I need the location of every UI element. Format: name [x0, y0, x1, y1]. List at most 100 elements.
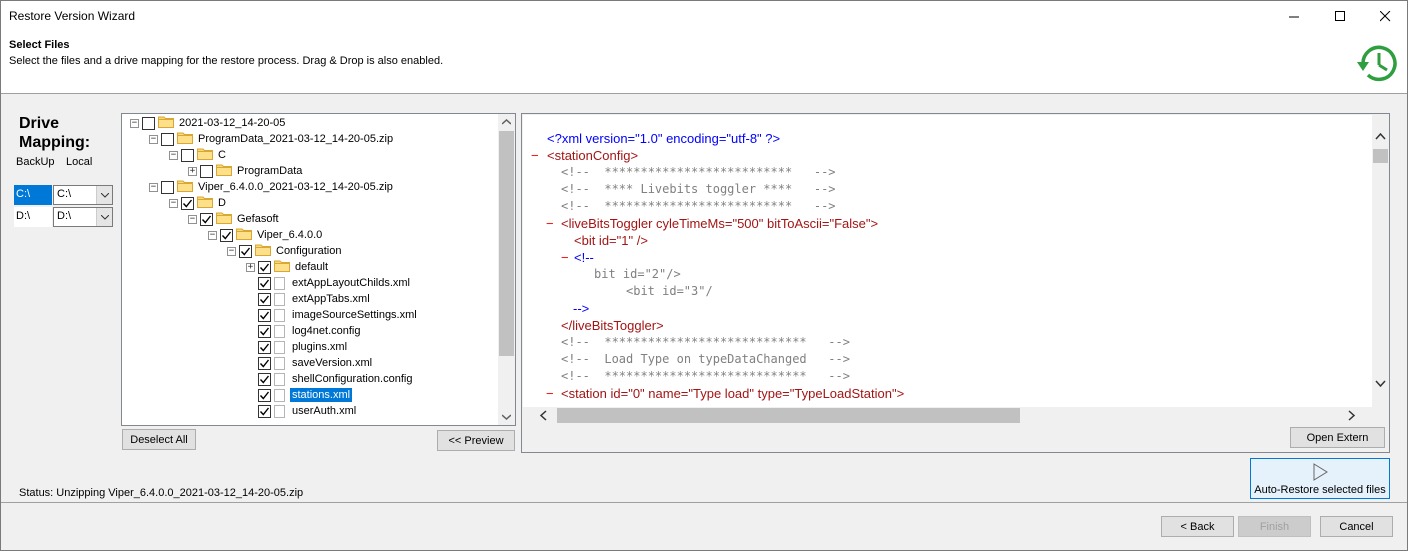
checkbox[interactable] [258, 372, 271, 386]
backup-drive-cell[interactable]: C:\ [14, 185, 52, 205]
chevron-down-icon[interactable] [96, 186, 112, 204]
tree-item-label: saveVersion.xml [292, 357, 373, 369]
tree-item-label: default [295, 261, 329, 273]
xml-hscroll-thumb[interactable] [557, 408, 1020, 423]
collapse-toggle[interactable]: − [546, 215, 554, 232]
tree-item-label: extAppLayoutChilds.xml [292, 277, 411, 289]
tree-item[interactable]: − D [169, 195, 228, 211]
tree-item[interactable]: userAuth.xml [246, 403, 358, 419]
tree-item-label: D [218, 197, 226, 209]
tree-item[interactable]: − Viper_6.4.0.0_2021-03-12_14-20-05.zip [149, 179, 395, 195]
xml-line: <!-- Load Type on typeDataChanged --> [561, 352, 850, 366]
maximize-icon [1334, 10, 1345, 21]
checkbox[interactable] [258, 324, 271, 338]
xml-line: bit id="2"/> [594, 267, 681, 281]
tree-item-label: Configuration [276, 245, 342, 257]
tree-item[interactable]: saveVersion.xml [246, 355, 374, 371]
file-tree[interactable]: − 2021-03-12_14-20-05 − ProgramData_2021-03… [121, 113, 516, 426]
checkbox[interactable] [161, 180, 174, 194]
tree-item[interactable]: − Viper_6.4.0.0 [208, 227, 324, 243]
checkbox[interactable] [258, 292, 271, 306]
deselect-all-button[interactable]: Deselect All [122, 429, 196, 450]
tree-item-label: stations.xml [290, 388, 353, 402]
scroll-right-icon [1348, 410, 1356, 421]
tree-item[interactable]: stations.xml [246, 387, 353, 403]
expand-icon[interactable]: + [246, 262, 255, 272]
back-button[interactable]: < Back [1161, 516, 1234, 537]
checkbox[interactable] [258, 388, 271, 402]
minimize-button[interactable] [1271, 1, 1317, 31]
folder-icon [274, 259, 293, 275]
tree-vertical-scrollbar[interactable] [498, 114, 515, 425]
tree-item[interactable]: − Configuration [227, 243, 343, 259]
tree-item[interactable]: − 2021-03-12_14-20-05 [130, 115, 287, 131]
backup-drive-cell[interactable]: D:\ [14, 207, 52, 227]
collapse-icon[interactable]: − [169, 198, 178, 208]
file-icon [274, 276, 285, 290]
tree-item-label: Viper_6.4.0.0 [257, 229, 323, 241]
checkbox[interactable] [239, 244, 252, 258]
collapse-icon[interactable]: − [227, 246, 236, 256]
expand-icon[interactable]: + [188, 166, 197, 176]
tree-item[interactable]: + default [246, 259, 330, 275]
col-backup-header: BackUp [16, 156, 55, 168]
maximize-button[interactable] [1317, 1, 1363, 31]
xml-vertical-scrollbar[interactable] [1372, 115, 1389, 407]
collapse-icon[interactable]: − [188, 214, 197, 224]
collapse-icon[interactable]: − [169, 150, 178, 160]
tree-item[interactable]: shellConfiguration.config [246, 371, 414, 387]
drive-mapping-row[interactable]: C:\ C:\ [14, 185, 114, 205]
tree-item[interactable]: − Gefasoft [188, 211, 281, 227]
checkbox[interactable] [258, 404, 271, 418]
collapse-toggle[interactable]: − [561, 249, 569, 266]
checkbox[interactable] [220, 228, 233, 242]
checkbox[interactable] [258, 276, 271, 290]
checkbox[interactable] [258, 340, 271, 354]
drive-mapping-row[interactable]: D:\ D:\ [14, 207, 114, 227]
cancel-button[interactable]: Cancel [1320, 516, 1393, 537]
finish-button[interactable]: Finish [1238, 516, 1311, 537]
file-icon [274, 372, 285, 386]
folder-icon [216, 211, 235, 227]
collapse-icon[interactable]: − [149, 182, 158, 192]
collapse-icon[interactable]: − [149, 134, 158, 144]
tree-item[interactable]: − ProgramData_2021-03-12_14-20-05.zip [149, 131, 395, 147]
tree-item[interactable]: extAppTabs.xml [246, 291, 372, 307]
tree-item[interactable]: imageSourceSettings.xml [246, 307, 419, 323]
checkbox[interactable] [161, 132, 174, 146]
collapse-toggle[interactable]: − [531, 147, 539, 164]
collapse-toggle[interactable]: − [546, 385, 554, 402]
checkbox[interactable] [258, 356, 271, 370]
checkbox[interactable] [258, 260, 271, 274]
collapse-icon[interactable]: − [208, 230, 217, 240]
close-button[interactable] [1362, 1, 1408, 31]
xml-vscroll-thumb[interactable] [1373, 149, 1388, 163]
checkbox[interactable] [142, 116, 155, 130]
scroll-left-icon [539, 410, 547, 421]
preview-button[interactable]: << Preview [437, 430, 515, 451]
collapse-icon[interactable]: − [130, 118, 139, 128]
xml-line: <stationConfig> [547, 148, 639, 163]
tree-item-label: 2021-03-12_14-20-05 [179, 117, 286, 129]
tree-item-label: shellConfiguration.config [292, 373, 413, 385]
auto-restore-button[interactable]: Auto-Restore selected files [1250, 458, 1390, 499]
xml-horizontal-scrollbar[interactable] [523, 407, 1372, 424]
xml-preview[interactable]: <?xml version="1.0" encoding="utf-8" ?> … [523, 115, 1372, 407]
checkbox[interactable] [181, 196, 194, 210]
checkbox[interactable] [200, 164, 213, 178]
tree-item[interactable]: log4net.config [246, 323, 363, 339]
tree-item[interactable]: + ProgramData [188, 163, 304, 179]
tree-scroll-thumb[interactable] [499, 131, 514, 356]
chevron-down-icon[interactable] [96, 208, 112, 226]
local-drive-select[interactable]: C:\ [53, 185, 113, 205]
tree-item[interactable]: − C [169, 147, 228, 163]
folder-icon [197, 147, 216, 163]
open-extern-button[interactable]: Open Extern [1290, 427, 1385, 448]
checkbox[interactable] [258, 308, 271, 322]
local-drive-select[interactable]: D:\ [53, 207, 113, 227]
checkbox[interactable] [181, 148, 194, 162]
tree-item[interactable]: plugins.xml [246, 339, 349, 355]
tree-item-label: plugins.xml [292, 341, 348, 353]
tree-item[interactable]: extAppLayoutChilds.xml [246, 275, 412, 291]
checkbox[interactable] [200, 212, 213, 226]
